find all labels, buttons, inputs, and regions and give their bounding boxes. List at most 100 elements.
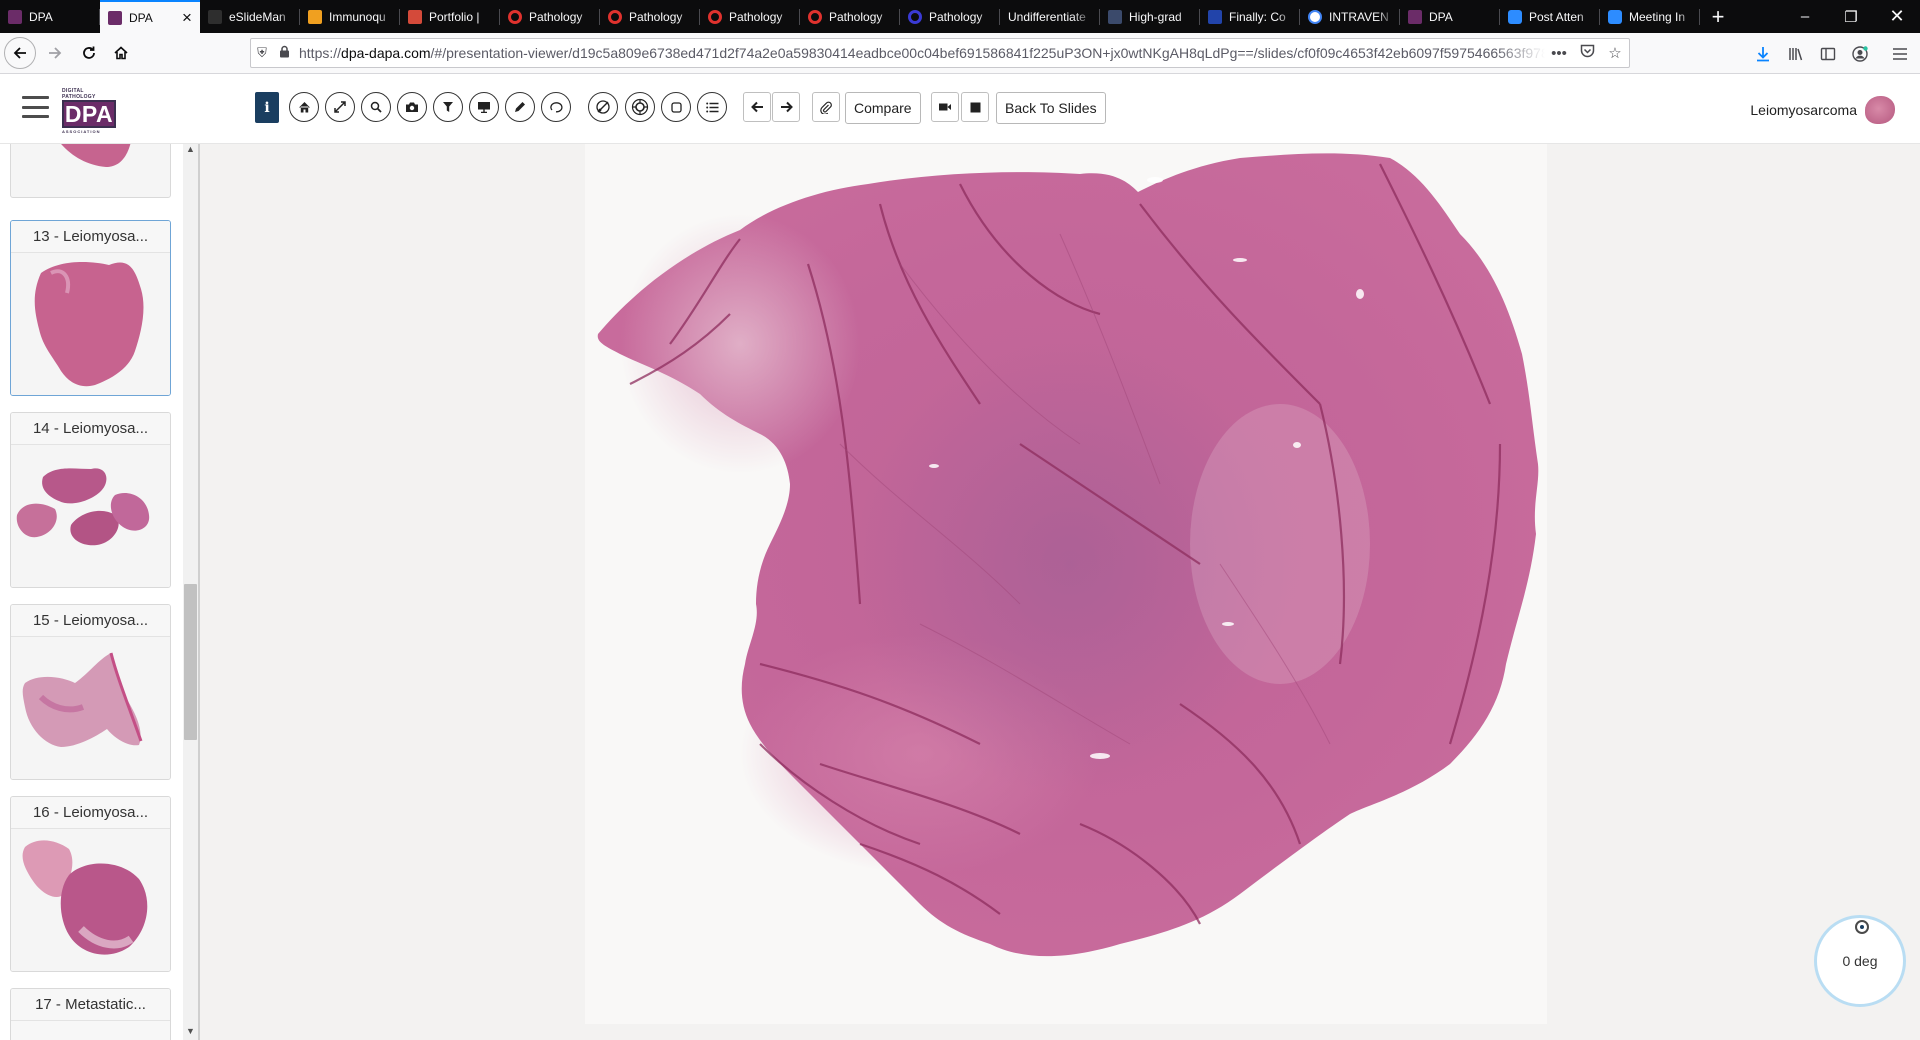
measure-button[interactable] (588, 92, 618, 122)
browser-tab-title: Pathology (529, 9, 583, 24)
slide-thumbnail-image (61, 144, 131, 167)
browser-tab[interactable]: Post Atten (1500, 0, 1600, 33)
library-icon[interactable] (1781, 39, 1811, 69)
camera-button[interactable] (397, 92, 427, 122)
browser-tab-title: Pathology (729, 9, 783, 24)
slide-card-label: 17 - Metastatic... (11, 989, 170, 1021)
scrollbar-thumb[interactable] (184, 584, 197, 740)
browser-tab[interactable]: High-grad (1100, 0, 1200, 33)
slide-card-partial[interactable] (10, 144, 171, 198)
browser-tab[interactable]: Pathology (900, 0, 1000, 33)
sidebar-toggle-icon[interactable] (1813, 39, 1843, 69)
new-tab-icon[interactable]: + (1700, 0, 1736, 33)
tissue-slide-image[interactable] (200, 144, 1920, 1040)
document-icon (1108, 9, 1122, 24)
slide-card-label: 15 - Leiomyosa... (11, 605, 170, 637)
iq-icon (308, 9, 322, 24)
slide-viewer[interactable]: 0 deg (200, 144, 1920, 1040)
browser-tab[interactable]: eSlideMan (200, 0, 300, 33)
sidebar-scrollbar[interactable]: ▲ ▼ (183, 144, 198, 1040)
browser-tab-title: Meeting In (1629, 9, 1686, 24)
zoom-icon (1608, 9, 1622, 24)
video-camera-button[interactable] (931, 92, 959, 122)
slide-card-13[interactable]: 13 - Leiomyosa... (10, 220, 171, 396)
pathology-icon (908, 9, 922, 24)
browser-tab[interactable]: INTRAVEN (1300, 0, 1400, 33)
slide-list-sidebar: 13 - Leiomyosa... 14 - Leiomyosa... 15 -… (0, 144, 200, 1040)
slide-card-label: 14 - Leiomyosa... (11, 413, 170, 445)
slide-card-14[interactable]: 14 - Leiomyosa... (10, 412, 171, 588)
browser-tab[interactable]: DPA (0, 0, 100, 33)
browser-tab[interactable]: Meeting In (1600, 0, 1700, 33)
lasso-button[interactable] (541, 92, 571, 122)
browser-tab-title: INTRAVEN (1329, 9, 1389, 24)
browser-tab[interactable]: Portfolio | (400, 0, 500, 33)
browser-tab[interactable]: Pathology (800, 0, 900, 33)
eslideman-icon (208, 9, 222, 24)
account-icon[interactable] (1845, 39, 1875, 69)
annotate-pencil-button[interactable] (505, 92, 535, 122)
zoom-icon (1508, 9, 1522, 24)
pocket-icon[interactable] (1573, 44, 1601, 62)
browser-tab[interactable]: Pathology (700, 0, 800, 33)
downloads-icon[interactable] (1748, 39, 1778, 69)
close-window-icon[interactable]: ✕ (1874, 0, 1920, 33)
diagnosis-text: Leiomyosarcoma (1750, 102, 1857, 118)
browser-tab[interactable]: DPA × (100, 0, 200, 33)
slide-card-15[interactable]: 15 - Leiomyosa... (10, 604, 171, 780)
browser-tab[interactable]: Pathology (600, 0, 700, 33)
browser-tab[interactable]: Pathology (500, 0, 600, 33)
previous-slide-button[interactable] (743, 92, 771, 122)
browser-tab-title: High-grad (1129, 9, 1182, 24)
browser-tab-title: DPA (1429, 9, 1453, 24)
browser-tab[interactable]: DPA (1400, 0, 1500, 33)
pathology-icon (508, 9, 522, 24)
dpa-logo: DIGITAL PATHOLOGY DPA ASSOCIATION (62, 88, 117, 134)
fullscreen-button[interactable] (325, 92, 355, 122)
target-region-button[interactable] (625, 92, 655, 122)
scroll-up-icon[interactable]: ▲ (183, 144, 198, 154)
forward-arrow-icon[interactable] (40, 38, 70, 68)
tracking-shield-icon[interactable]: ⛨ (251, 45, 273, 61)
url-bar[interactable]: ⛨ https://dpa-dapa.com/#/presentation-vi… (250, 38, 1630, 68)
slide-thumbnail-image (22, 652, 143, 747)
reload-icon[interactable] (74, 38, 104, 68)
browser-tab-title: Pathology (929, 9, 983, 24)
app-menu-icon[interactable] (1885, 39, 1915, 69)
tab-separator (1699, 9, 1700, 25)
browser-tab-title: Pathology (629, 9, 683, 24)
back-arrow-icon[interactable] (4, 37, 36, 69)
rotation-dial[interactable]: 0 deg (1814, 915, 1906, 1007)
browser-tab-title: DPA (129, 10, 153, 25)
next-slide-button[interactable] (772, 92, 800, 122)
lock-icon[interactable] (273, 45, 295, 61)
browser-tab-strip: DPA DPA × eSlideMan Immunoqu Portfolio | Patho… (0, 0, 1920, 33)
browser-tab[interactable]: Immunoqu (300, 0, 400, 33)
stop-button[interactable] (961, 92, 989, 122)
rotation-handle-icon[interactable] (1855, 920, 1869, 934)
browser-tab[interactable]: Finally: Co (1200, 0, 1300, 33)
close-tab-icon[interactable]: × (180, 8, 194, 28)
attachment-button[interactable] (812, 92, 840, 122)
page-actions-icon[interactable]: ••• (1545, 45, 1573, 62)
google-icon (1308, 9, 1322, 24)
zoom-button[interactable] (361, 92, 391, 122)
browser-tab[interactable]: Undifferentiate (1000, 0, 1100, 33)
home-view-button[interactable] (289, 92, 319, 122)
slide-card-17[interactable]: 17 - Metastatic... (10, 988, 171, 1040)
home-icon[interactable] (106, 38, 136, 68)
info-button[interactable]: i (255, 92, 279, 123)
url-text[interactable]: https://dpa-dapa.com/#/presentation-view… (295, 45, 1545, 61)
list-button[interactable] (697, 92, 727, 122)
minimize-icon[interactable]: – (1782, 0, 1828, 33)
rectangle-tool-button[interactable] (661, 92, 691, 122)
bookmark-star-icon[interactable]: ☆ (1601, 44, 1629, 62)
hamburger-menu-icon[interactable] (22, 96, 49, 118)
compare-button[interactable]: Compare (845, 92, 921, 124)
filter-button[interactable] (433, 92, 463, 122)
restore-icon[interactable]: ❐ (1828, 0, 1874, 33)
scroll-down-icon[interactable]: ▼ (183, 1026, 198, 1036)
presentation-button[interactable] (469, 92, 499, 122)
back-to-slides-button[interactable]: Back To Slides (996, 92, 1106, 124)
slide-card-16[interactable]: 16 - Leiomyosa... (10, 796, 171, 972)
